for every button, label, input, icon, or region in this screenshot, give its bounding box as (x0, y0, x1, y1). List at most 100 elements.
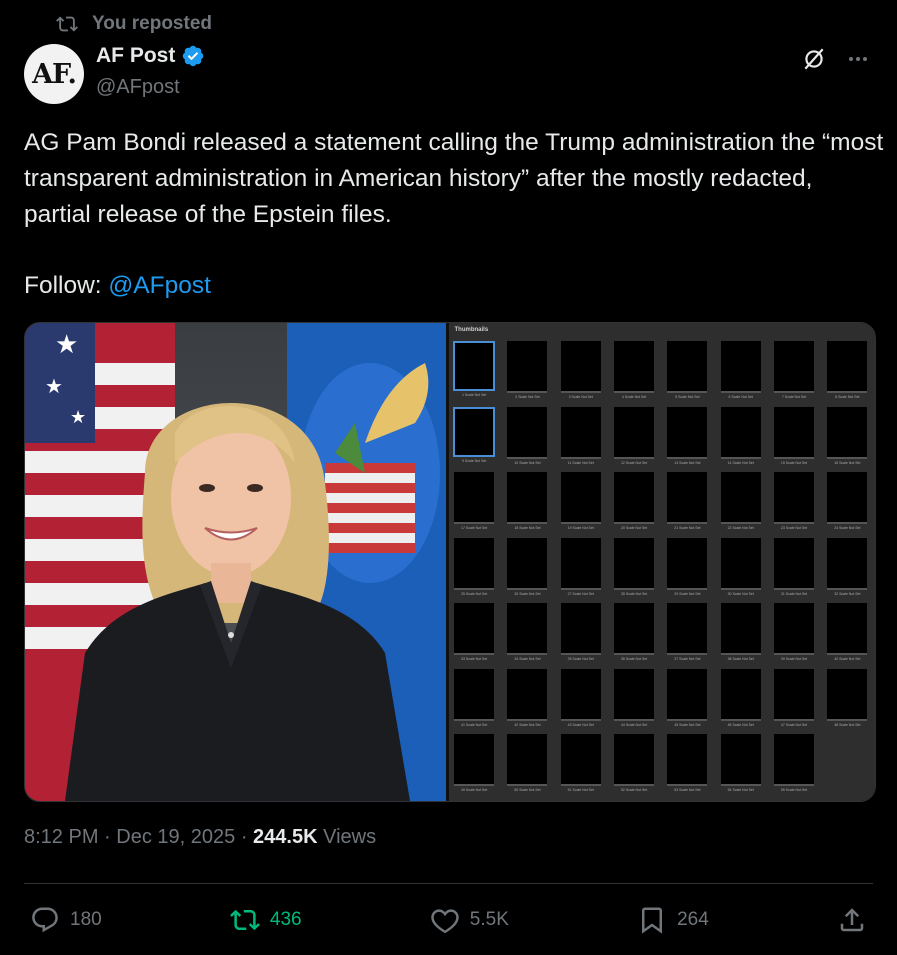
bookmark-button[interactable]: 264 (637, 905, 709, 935)
thumbnail-item[interactable]: 14 Scale Not Set (719, 406, 762, 473)
follow-mention-link[interactable]: @AFpost (108, 272, 211, 299)
thumbnail-caption: 22 Scale Not Set (727, 526, 754, 530)
tweet-meta: 8:12 PM · Dec 19, 2025 · 244.5K Views (24, 826, 377, 848)
thumbnail-item[interactable]: 54 Scale Not Set (719, 734, 762, 800)
thumbnail-item[interactable]: 53 Scale Not Set (666, 734, 709, 800)
thumbnail-item[interactable]: 5 Scale Not Set (666, 341, 709, 407)
thumbnail-item[interactable]: 44 Scale Not Set (612, 668, 655, 735)
reply-icon (32, 907, 58, 933)
thumbnail-item[interactable]: 7 Scale Not Set (772, 341, 815, 407)
thumbnail-item[interactable]: 24 Scale Not Set (826, 472, 869, 538)
thumbnail-item[interactable]: 32 Scale Not Set (826, 537, 869, 604)
thumbnail-item[interactable]: 8 Scale Not Set (826, 341, 869, 407)
verified-badge-icon (183, 45, 204, 67)
avatar[interactable]: AF. (24, 44, 84, 104)
thumbnail-image (827, 603, 868, 655)
thumbnail-caption: 17 Scale Not Set (461, 526, 488, 530)
thumbnail-item[interactable]: 28 Scale Not Set (612, 537, 655, 604)
thumbnail-item[interactable]: 42 Scale Not Set (506, 668, 549, 735)
thumbnail-item[interactable]: 1 Scale Not Set (453, 341, 496, 407)
thumbnail-caption: 16 Scale Not Set (834, 460, 861, 465)
thumbnail-item[interactable]: 20 Scale Not Set (612, 472, 655, 538)
thumbnail-item[interactable]: 37 Scale Not Set (666, 603, 709, 669)
thumbnail-item[interactable]: 9 Scale Not Set (453, 406, 496, 473)
more-button[interactable] (843, 44, 873, 74)
thumbnail-item[interactable]: 55 Scale Not Set (772, 734, 815, 800)
thumbnail-item[interactable]: 4 Scale Not Set (612, 341, 655, 407)
thumbnails-panel[interactable]: Thumbnails 1 Scale Not Set 2 Scale Not Se… (445, 323, 875, 801)
thumbnail-image (774, 341, 815, 393)
grok-button[interactable] (799, 44, 829, 74)
author-handle[interactable]: @AFpost (96, 76, 180, 99)
repost-notice: You reposted (56, 12, 212, 36)
thumbnail-item[interactable]: 13 Scale Not Set (666, 406, 709, 473)
share-button[interactable] (837, 905, 867, 935)
thumbnail-item[interactable]: 3 Scale Not Set (559, 341, 602, 407)
thumbnail-item[interactable]: 39 Scale Not Set (772, 603, 815, 669)
thumbnail-item[interactable]: 48 Scale Not Set (826, 668, 869, 735)
thumbnail-item[interactable]: 45 Scale Not Set (666, 668, 709, 735)
thumbnail-item[interactable]: 46 Scale Not Set (719, 668, 762, 735)
svg-text:★: ★ (55, 329, 78, 359)
thumbnail-item[interactable]: 47 Scale Not Set (772, 668, 815, 735)
thumbnail-item[interactable]: 27 Scale Not Set (559, 537, 602, 604)
thumbnail-item[interactable]: 15 Scale Not Set (772, 406, 815, 473)
thumbnail-item[interactable]: 19 Scale Not Set (559, 472, 602, 538)
thumbnail-image (827, 341, 868, 393)
thumbnail-item[interactable]: 29 Scale Not Set (666, 537, 709, 604)
thumbnail-item[interactable]: 35 Scale Not Set (559, 603, 602, 669)
thumbnail-image (507, 341, 548, 393)
thumbnail-item[interactable]: 51 Scale Not Set (559, 734, 602, 800)
like-button[interactable]: 5.5K (430, 905, 509, 935)
thumbnail-item[interactable]: 22 Scale Not Set (719, 472, 762, 538)
thumbnail-item[interactable]: 31 Scale Not Set (772, 537, 815, 604)
top-actions (799, 44, 873, 74)
thumbnail-item[interactable]: 41 Scale Not Set (453, 668, 496, 735)
thumbnail-item[interactable]: 23 Scale Not Set (772, 472, 815, 538)
thumbnail-caption: 2 Scale Not Set (515, 395, 540, 399)
thumbnail-item[interactable]: 33 Scale Not Set (453, 603, 496, 669)
media-container[interactable]: ★ ★ ★ Thumbnails 1 Scale Not Set 2 Scale… (24, 322, 876, 802)
thumbnail-item[interactable]: 49 Scale Not Set (453, 734, 496, 800)
thumbnail-item[interactable]: 25 Scale Not Set (453, 537, 496, 604)
thumbnail-caption: 30 Scale Not Set (727, 591, 754, 596)
thumbnail-caption: 50 Scale Not Set (514, 788, 541, 792)
thumbnail-item[interactable]: 16 Scale Not Set (826, 406, 869, 473)
thumbnail-item[interactable]: 21 Scale Not Set (666, 472, 709, 538)
thumbnail-item[interactable]: 11 Scale Not Set (559, 406, 602, 473)
thumbnail-item[interactable]: 43 Scale Not Set (559, 668, 602, 735)
thumbnail-item[interactable]: 30 Scale Not Set (719, 537, 762, 604)
thumbnail-item[interactable]: 10 Scale Not Set (506, 406, 549, 473)
thumbnails-header[interactable]: Thumbnails (455, 327, 489, 333)
thumbnail-item[interactable]: 40 Scale Not Set (826, 603, 869, 669)
thumbnail-item[interactable]: 18 Scale Not Set (506, 472, 549, 538)
thumbnail-image (507, 537, 548, 590)
tweet-time[interactable]: 8:12 PM (24, 826, 98, 848)
thumbnail-item[interactable]: 17 Scale Not Set (453, 472, 496, 538)
thumbnail-image (453, 341, 496, 391)
repost-notice-text: You reposted (92, 13, 212, 34)
thumbnail-image (507, 668, 548, 721)
thumbnail-caption: 20 Scale Not Set (620, 526, 648, 530)
thumbnail-item[interactable]: 38 Scale Not Set (719, 603, 762, 669)
thumbnail-item[interactable]: 34 Scale Not Set (506, 603, 549, 669)
thumbnail-image (774, 668, 815, 721)
thumbnail-item[interactable]: 12 Scale Not Set (612, 406, 655, 473)
tweet-date[interactable]: Dec 19, 2025 (116, 826, 235, 848)
thumbnail-item[interactable]: 6 Scale Not Set (719, 341, 762, 407)
thumbnail-image (720, 472, 761, 524)
thumbnail-item[interactable]: 2 Scale Not Set (506, 341, 549, 407)
thumbnail-image (614, 668, 655, 721)
thumbnail-item[interactable]: 52 Scale Not Set (612, 734, 655, 800)
thumbnail-caption: 1 Scale Not Set (462, 393, 487, 397)
thumbnail-item[interactable]: 50 Scale Not Set (506, 734, 549, 800)
repost-button[interactable]: 436 (229, 905, 302, 935)
reply-button[interactable]: 180 (30, 905, 102, 935)
portrait-photo[interactable]: ★ ★ ★ (25, 323, 446, 801)
thumbnail-item[interactable]: 36 Scale Not Set (612, 603, 655, 669)
share-icon (840, 908, 864, 932)
author-name-row[interactable]: AF Post (96, 44, 205, 68)
thumbnail-item[interactable]: 26 Scale Not Set (506, 537, 549, 604)
thumbnail-caption: 25 Scale Not Set (461, 591, 488, 596)
author-name[interactable]: AF Post (96, 44, 175, 68)
